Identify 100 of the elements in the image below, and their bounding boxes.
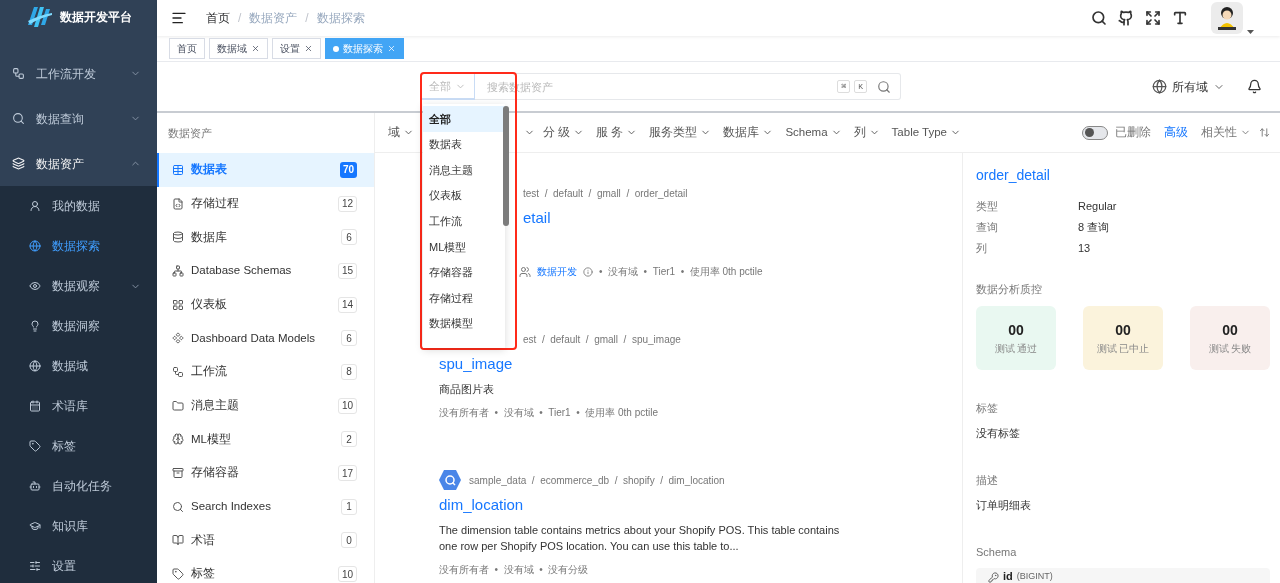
quality-label: 测试 已中止 bbox=[1096, 341, 1150, 356]
close-icon[interactable] bbox=[304, 44, 313, 53]
page-tab[interactable]: 设置 bbox=[272, 38, 321, 59]
filter-dropdown[interactable]: Schema bbox=[785, 123, 842, 142]
filter-dropdown[interactable]: 服务类型 bbox=[649, 123, 712, 142]
breadcrumb-item: 数据资产 bbox=[249, 10, 298, 27]
layers-icon bbox=[12, 157, 25, 170]
asset-type-item[interactable]: Dashboard Data Models 6 bbox=[157, 321, 374, 356]
asset-type-item[interactable]: 工作流 8 bbox=[157, 355, 374, 389]
asset-meta: • 没有域 • Tier1 • 使用率 0th pctile bbox=[599, 265, 763, 279]
sort-dropdown[interactable]: 相关性 bbox=[1201, 123, 1251, 142]
filter-dropdown[interactable]: 服 务 bbox=[596, 123, 638, 142]
asset-type-item[interactable]: 标签 10 bbox=[157, 557, 374, 583]
sidebar-subitem[interactable]: 数据观察 bbox=[0, 266, 157, 306]
sliders-icon bbox=[29, 560, 41, 572]
sidebar-subitem[interactable]: 标签 bbox=[0, 426, 157, 466]
column-type: (BIGINT) bbox=[1016, 570, 1053, 583]
filter-dropdown[interactable]: 分 级 bbox=[543, 123, 585, 142]
asset-type-item[interactable]: Database Schemas 15 bbox=[157, 254, 374, 288]
sort-order-icon[interactable] bbox=[1259, 127, 1270, 138]
asset-type-item[interactable]: ML模型 2 bbox=[157, 422, 374, 457]
asset-path: test / default / gmall / order_detail bbox=[523, 186, 688, 201]
github-icon[interactable] bbox=[1118, 10, 1134, 26]
database-service-icon bbox=[439, 470, 461, 490]
asset-type-item[interactable]: 数据表 70 bbox=[157, 153, 374, 187]
count-badge: 17 bbox=[337, 465, 357, 482]
fullscreen-icon[interactable] bbox=[1145, 10, 1161, 26]
asset-description: The dimension table contains metrics about your Shopify POS. This table contains one row per Shopify POS location. You can use this table to... bbox=[439, 523, 841, 554]
sidebar-subitem[interactable]: 自动化任务 bbox=[0, 466, 157, 506]
sidebar-subitem[interactable]: 术语库 bbox=[0, 386, 157, 426]
sidebar-item[interactable]: 数据资产 bbox=[0, 141, 157, 186]
filter-dropdown[interactable]: 列 bbox=[853, 123, 880, 142]
count-badge: 8 bbox=[341, 363, 357, 380]
sidebar-subitem[interactable]: 数据洞察 bbox=[0, 306, 157, 346]
quality-count: 00 bbox=[1115, 320, 1131, 340]
book-icon bbox=[172, 534, 184, 547]
asset-title[interactable]: dim_location bbox=[439, 495, 524, 515]
filter-dropdown[interactable]: 数据库 bbox=[723, 123, 774, 142]
notification-icon[interactable] bbox=[1247, 79, 1262, 94]
search-icon bbox=[172, 500, 184, 513]
column-name: id bbox=[1003, 569, 1013, 583]
asset-type-item[interactable]: 仪表板 14 bbox=[157, 287, 374, 322]
globe-icon bbox=[1152, 79, 1167, 94]
asset-type-item[interactable]: 存储过程 12 bbox=[157, 186, 374, 221]
quality-count: 00 bbox=[1222, 320, 1238, 340]
description-value: 订单明细表 bbox=[976, 498, 1032, 513]
quality-label: 测试 失败 bbox=[1208, 341, 1252, 356]
caret-icon[interactable] bbox=[1247, 30, 1254, 34]
detail-title[interactable]: order_detail bbox=[976, 165, 1270, 186]
close-icon[interactable] bbox=[251, 44, 260, 53]
domain-select[interactable]: 所有域 bbox=[1152, 77, 1225, 96]
sidebar-subitem[interactable]: 数据域 bbox=[0, 346, 157, 386]
avatar[interactable] bbox=[1211, 2, 1243, 34]
asset-path: sample_data / ecommerce_db / shopify / dim_location bbox=[469, 473, 725, 488]
search-icon[interactable] bbox=[1091, 10, 1107, 26]
sidebar-item[interactable]: 数据查询 bbox=[0, 96, 157, 141]
network-icon bbox=[172, 264, 184, 277]
breadcrumb-separator: / bbox=[305, 10, 309, 27]
asset-path: est / default / gmall / spu_image bbox=[523, 332, 681, 347]
toggle-switch[interactable] bbox=[1082, 125, 1108, 140]
shortcut-key: ⌘ bbox=[837, 80, 851, 93]
sidebar-subitem[interactable]: 设置 bbox=[0, 546, 157, 583]
text-size-icon[interactable] bbox=[1172, 10, 1188, 26]
sidebar-subitem[interactable]: 知识库 bbox=[0, 506, 157, 546]
database-icon bbox=[172, 231, 184, 244]
breadcrumb-separator: / bbox=[238, 10, 242, 27]
app-title: 数据开发平台 bbox=[60, 9, 132, 26]
property-name: 查询 bbox=[976, 220, 999, 235]
robot-icon bbox=[29, 480, 41, 492]
graduation-cap-icon bbox=[29, 520, 41, 532]
key-icon bbox=[988, 571, 999, 583]
page-tab[interactable]: 数据域 bbox=[209, 38, 268, 59]
asset-type-item[interactable]: 术语 0 bbox=[157, 523, 374, 558]
asset-meta: 没有所有者 • 没有域 • Tier1 • 使用率 0th pctile bbox=[439, 406, 659, 420]
asset-type-item[interactable]: Search Indexes 1 bbox=[157, 489, 374, 524]
filter-dropdown[interactable]: 域 bbox=[388, 123, 414, 142]
count-badge: 0 bbox=[341, 532, 357, 549]
count-badge: 70 bbox=[339, 161, 357, 178]
panel-title: 数据资产 bbox=[168, 125, 212, 141]
asset-type-item[interactable]: 数据库 6 bbox=[157, 220, 374, 255]
property-value: Regular bbox=[1078, 199, 1117, 214]
menu-icon[interactable] bbox=[171, 10, 187, 26]
shortcut-key: K bbox=[854, 80, 867, 93]
sidebar-item[interactable]: 工作流开发 bbox=[0, 51, 157, 96]
asset-type-item[interactable]: 消息主题 10 bbox=[157, 388, 374, 423]
count-badge: 6 bbox=[341, 229, 357, 246]
sidebar-subitem[interactable]: 数据探索 bbox=[0, 226, 157, 266]
sidebar-subitem[interactable]: 我的数据 bbox=[0, 186, 157, 226]
asset-type-item[interactable]: 存储容器 17 bbox=[157, 456, 374, 490]
filter-dropdown[interactable]: Table Type bbox=[891, 123, 961, 142]
breadcrumb-item[interactable]: 首页 bbox=[206, 9, 230, 27]
workflow-icon bbox=[172, 365, 184, 378]
brain-icon bbox=[172, 433, 184, 446]
asset-title[interactable]: spu_image bbox=[439, 354, 513, 374]
user-icon bbox=[29, 200, 41, 212]
page-tab[interactable]: 首页 bbox=[169, 38, 205, 59]
advanced-link[interactable]: 高级 bbox=[1164, 123, 1188, 142]
owner-link[interactable]: 数据开发 bbox=[537, 264, 577, 279]
asset-title[interactable]: etail bbox=[523, 208, 551, 228]
asset-description: 商品图片表 bbox=[439, 382, 495, 397]
